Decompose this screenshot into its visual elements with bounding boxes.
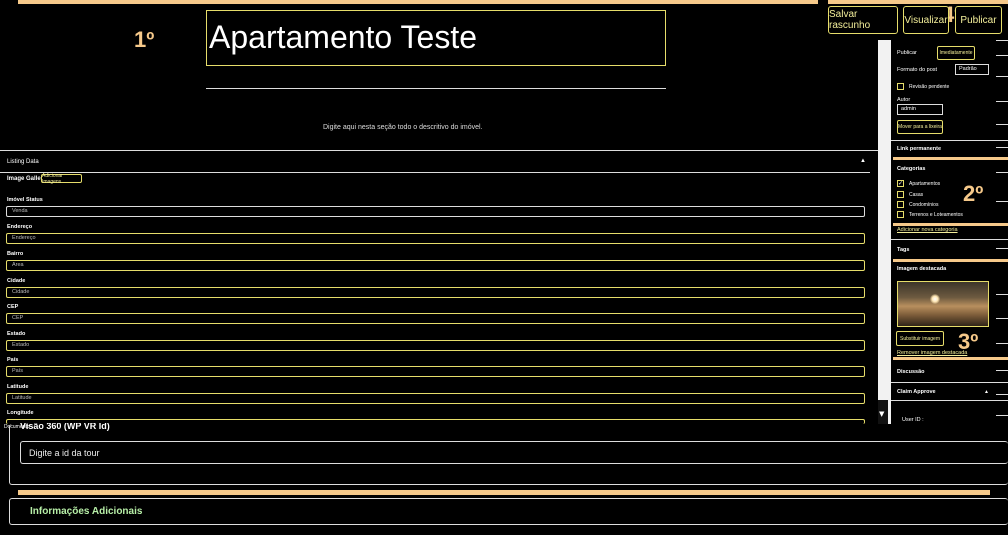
category-label-apartments: Apartamentos	[909, 181, 941, 187]
edge-dash	[996, 76, 1008, 77]
category-label-condos: Condomínios	[909, 202, 939, 208]
highlight-bar-sidebar-3	[893, 259, 1008, 262]
publish-button[interactable]: Publicar	[955, 6, 1002, 34]
featured-image-heading[interactable]: Imagem destacada	[897, 266, 946, 272]
sidebar-scrollbar[interactable]	[888, 40, 891, 424]
edge-dash	[996, 55, 1008, 56]
author-select[interactable]: admin	[897, 104, 943, 115]
field-label-zip: CEP	[7, 304, 19, 310]
post-title-input[interactable]: Apartamento Teste	[206, 10, 666, 66]
address-field[interactable]: Endereço	[6, 233, 865, 244]
sidebar-sep-4	[891, 400, 1008, 401]
step-marker-2: 2º	[963, 181, 984, 206]
highlight-bar-top	[18, 0, 818, 4]
sidebar-sep-1	[891, 140, 1008, 141]
tour-id-input[interactable]	[20, 441, 1008, 464]
publish-immediately-button[interactable]: Imediatamente	[937, 46, 975, 60]
field-label-country: País	[7, 357, 19, 363]
field-label-state: Estado	[7, 331, 26, 337]
preview-button[interactable]: Visualizar	[903, 6, 949, 34]
save-draft-button[interactable]: Salvar rascunho	[828, 6, 898, 34]
state-field[interactable]: Estado	[6, 340, 865, 351]
highlight-bar-top-right	[828, 0, 1008, 4]
claim-approve-heading[interactable]: Claim Approve	[897, 389, 936, 395]
edge-dash	[996, 318, 1008, 319]
categories-heading[interactable]: Categorias	[897, 166, 925, 172]
additional-info-box[interactable]	[9, 498, 1008, 525]
category-checkbox-land[interactable]	[897, 211, 904, 218]
title-separator	[206, 88, 666, 89]
additional-info-heading[interactable]: Informações Adicionais	[30, 506, 142, 517]
replace-image-button[interactable]: Substituir imagem	[896, 331, 944, 346]
sidebar-sep-2	[891, 239, 1008, 240]
field-label-status: Imóvel Status	[7, 197, 43, 203]
sun-icon	[930, 294, 940, 304]
tour-id-placeholder: Digite a id da tour	[29, 448, 100, 458]
pending-review-label: Revisão pendente	[909, 84, 950, 90]
field-label-city: Cidade	[7, 278, 26, 284]
edge-dash	[996, 172, 1008, 173]
listing-heading: Listing Data	[7, 159, 39, 165]
highlight-bar-sidebar-4	[893, 357, 1008, 360]
step-marker-1: 1º	[134, 27, 155, 52]
remove-featured-image-link[interactable]: Remover imagem destacada	[897, 350, 967, 356]
edge-dash	[996, 343, 1008, 344]
edge-dash	[996, 40, 1008, 41]
scroll-down-arrow-icon[interactable]: ▼	[879, 410, 884, 418]
field-label-address: Endereço	[7, 224, 33, 230]
featured-image-thumbnail[interactable]	[897, 281, 989, 327]
category-checkbox-apartments[interactable]: ✓	[897, 180, 904, 187]
listing-top-line	[0, 150, 878, 151]
field-label-area: Bairro	[7, 251, 24, 257]
pending-review-checkbox[interactable]	[897, 83, 904, 90]
discussion-heading[interactable]: Discussão	[897, 369, 925, 375]
tags-heading[interactable]: Tags	[897, 247, 909, 253]
edge-dash	[996, 415, 1008, 416]
category-label-houses: Casas	[909, 192, 924, 198]
author-label: Autor	[897, 97, 911, 103]
listing-heading-line	[0, 172, 870, 173]
publish-label: Publicar	[897, 50, 917, 56]
tour-heading: Visão 360 (WP VR Id)	[20, 423, 110, 431]
add-images-button[interactable]: Adicionar Imagens	[41, 173, 82, 185]
permalink-heading[interactable]: Link permanente	[897, 146, 941, 152]
area-field[interactable]: Area	[6, 260, 865, 271]
main-scrollbar-thumb[interactable]	[878, 40, 888, 400]
edge-dash	[996, 248, 1008, 249]
latitude-field[interactable]: Latitude	[6, 393, 865, 404]
format-label: Formato do post	[897, 67, 938, 73]
field-label-longitude: Longitude	[7, 410, 34, 416]
city-field[interactable]: Cidade	[6, 287, 865, 298]
add-category-link[interactable]: Adicionar nova categoria	[897, 227, 958, 233]
edge-dash	[996, 147, 1008, 148]
edge-dash	[996, 101, 1008, 102]
category-checkbox-condos[interactable]	[897, 201, 904, 208]
description-placeholder[interactable]: Digite aqui nesta seção todo o descritiv…	[323, 124, 483, 131]
sidebar-sep-3	[891, 382, 1008, 383]
status-field[interactable]: Venda	[6, 206, 865, 217]
collapse-arrow-icon[interactable]: ▲	[860, 158, 866, 164]
format-select[interactable]: Padrão	[955, 64, 989, 75]
edge-dash	[996, 294, 1008, 295]
claim-approve-arrow-icon[interactable]: ▲	[984, 389, 989, 395]
user-id-label: User ID :	[902, 417, 924, 423]
highlight-bar-sidebar-2	[893, 223, 1008, 226]
field-label-latitude: Latitude	[7, 384, 29, 390]
move-to-trash-button[interactable]: Mover para a lixeira	[897, 120, 943, 134]
zip-field[interactable]: CEP	[6, 313, 865, 324]
edge-dash	[996, 124, 1008, 125]
category-label-land: Terrenos e Loteamentos	[909, 212, 963, 218]
category-checkbox-houses[interactable]	[897, 191, 904, 198]
highlight-bar-sidebar-1	[893, 157, 1008, 160]
post-title-text: Apartamento Teste	[209, 19, 478, 55]
edge-dash	[996, 370, 1008, 371]
country-field[interactable]: País	[6, 366, 865, 377]
edge-dash	[996, 394, 1008, 395]
highlight-bar-bottom	[18, 490, 990, 495]
edge-dash	[996, 201, 1008, 202]
